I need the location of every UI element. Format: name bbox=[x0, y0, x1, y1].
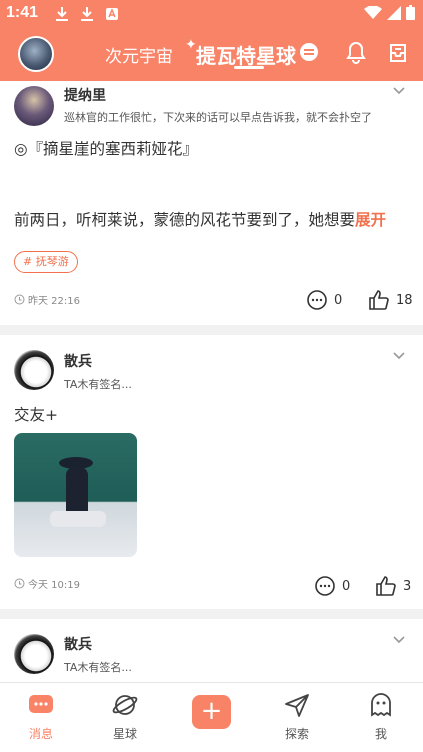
clock-icon bbox=[14, 294, 25, 305]
tab-universe[interactable]: 次元宇宙 bbox=[105, 42, 173, 67]
post-text-line: 前两日，听柯莱说，蒙德的风花节要到了，她想要展开 bbox=[14, 208, 386, 230]
bottom-navigation: 消息 星球 + 探索 我 bbox=[0, 682, 423, 752]
app-notification-icon bbox=[106, 8, 118, 20]
like-count: 3 bbox=[403, 578, 412, 594]
paper-plane-icon bbox=[285, 694, 309, 717]
ghost-icon bbox=[371, 693, 391, 717]
signal-icon bbox=[387, 5, 401, 20]
active-tab-indicator bbox=[234, 66, 264, 69]
comment-button[interactable]: 0 bbox=[314, 575, 350, 597]
comment-button[interactable]: 0 bbox=[306, 289, 342, 311]
thumbs-up-icon bbox=[369, 290, 389, 310]
app-header: 1:41 次元宇宙 ✦ 提瓦特星球 bbox=[0, 0, 423, 81]
comment-count: 0 bbox=[342, 578, 351, 594]
chevron-down-icon[interactable] bbox=[393, 352, 405, 360]
post-text-line: 交友+ bbox=[14, 406, 58, 424]
post-feed[interactable]: 提纳里 巡林官的工作很忙，下次来的话可以早点告诉我，就不会扑空了 ◎『摘星崖的塞… bbox=[0, 81, 423, 682]
author-signature: TA木有签名... bbox=[64, 378, 132, 391]
topic-tag[interactable]: # 抚琴游 bbox=[14, 251, 78, 273]
photo-figure bbox=[50, 511, 106, 527]
nav-label: 消息 bbox=[28, 727, 53, 741]
post-time-text: 今天 10:19 bbox=[28, 580, 80, 591]
clock-icon bbox=[14, 578, 25, 589]
author-name[interactable]: 散兵 bbox=[64, 634, 92, 654]
post-image[interactable] bbox=[14, 433, 137, 557]
author-signature: TA木有签名... bbox=[64, 661, 132, 674]
post-time-text: 昨天 22:16 bbox=[28, 296, 80, 307]
author-name[interactable]: 散兵 bbox=[64, 351, 92, 371]
comment-icon bbox=[307, 290, 327, 310]
battery-icon bbox=[406, 5, 415, 20]
tab-planet[interactable]: 提瓦特星球 bbox=[196, 40, 296, 69]
comment-icon bbox=[315, 576, 335, 596]
planet-icon bbox=[112, 695, 138, 715]
nav-label: 探索 bbox=[284, 727, 309, 741]
status-time: 1:41 bbox=[6, 4, 39, 21]
user-avatar[interactable] bbox=[18, 36, 54, 72]
post-time: 今天 10:19 bbox=[14, 576, 80, 591]
like-button[interactable]: 3 bbox=[375, 575, 411, 597]
post-text-line: ◎『摘星崖的塞西莉娅花』 bbox=[14, 140, 199, 158]
status-bar: 1:41 bbox=[0, 0, 423, 28]
author-avatar[interactable] bbox=[14, 350, 54, 390]
wifi-icon bbox=[364, 5, 382, 19]
post-time: 昨天 22:16 bbox=[14, 292, 80, 307]
post-card[interactable]: 散兵 TA木有签名... 交友+ 今天 10:19 0 3 bbox=[0, 335, 423, 609]
author-avatar[interactable] bbox=[14, 634, 54, 674]
author-signature: 巡林官的工作很忙，下次来的话可以早点告诉我，就不会扑空了 bbox=[64, 111, 372, 124]
sparkle-icon: ✦ bbox=[185, 37, 197, 53]
chevron-down-icon[interactable] bbox=[393, 636, 405, 644]
nav-label: 星球 bbox=[112, 727, 137, 741]
like-button[interactable]: 18 bbox=[368, 289, 413, 311]
like-count: 18 bbox=[396, 292, 413, 308]
expand-link[interactable]: 展开 bbox=[355, 211, 386, 229]
nav-explore[interactable]: 探索 bbox=[272, 691, 322, 742]
bell-icon[interactable] bbox=[345, 40, 367, 64]
switch-planet-icon[interactable] bbox=[300, 43, 318, 61]
post-card[interactable]: 散兵 TA木有签名... bbox=[0, 619, 423, 682]
download-icon bbox=[81, 7, 93, 21]
post-card[interactable]: 提纳里 巡林官的工作很忙，下次来的话可以早点告诉我，就不会扑空了 ◎『摘星崖的塞… bbox=[0, 81, 423, 325]
post-excerpt: 前两日，听柯莱说，蒙德的风花节要到了，她想要 bbox=[14, 211, 356, 229]
thumbs-up-icon bbox=[376, 576, 396, 596]
nav-me[interactable]: 我 bbox=[356, 691, 406, 742]
chevron-down-icon[interactable] bbox=[393, 87, 405, 95]
nav-messages[interactable]: 消息 bbox=[16, 691, 66, 742]
comment-count: 0 bbox=[334, 292, 343, 308]
nav-planet[interactable]: 星球 bbox=[100, 691, 150, 742]
author-name[interactable]: 提纳里 bbox=[64, 85, 106, 105]
nav-label: 我 bbox=[374, 727, 387, 741]
create-post-button[interactable]: + bbox=[192, 695, 231, 729]
author-avatar[interactable] bbox=[14, 86, 54, 126]
message-icon bbox=[29, 695, 53, 713]
download-icon bbox=[56, 7, 68, 21]
inbox-icon[interactable] bbox=[387, 41, 409, 63]
